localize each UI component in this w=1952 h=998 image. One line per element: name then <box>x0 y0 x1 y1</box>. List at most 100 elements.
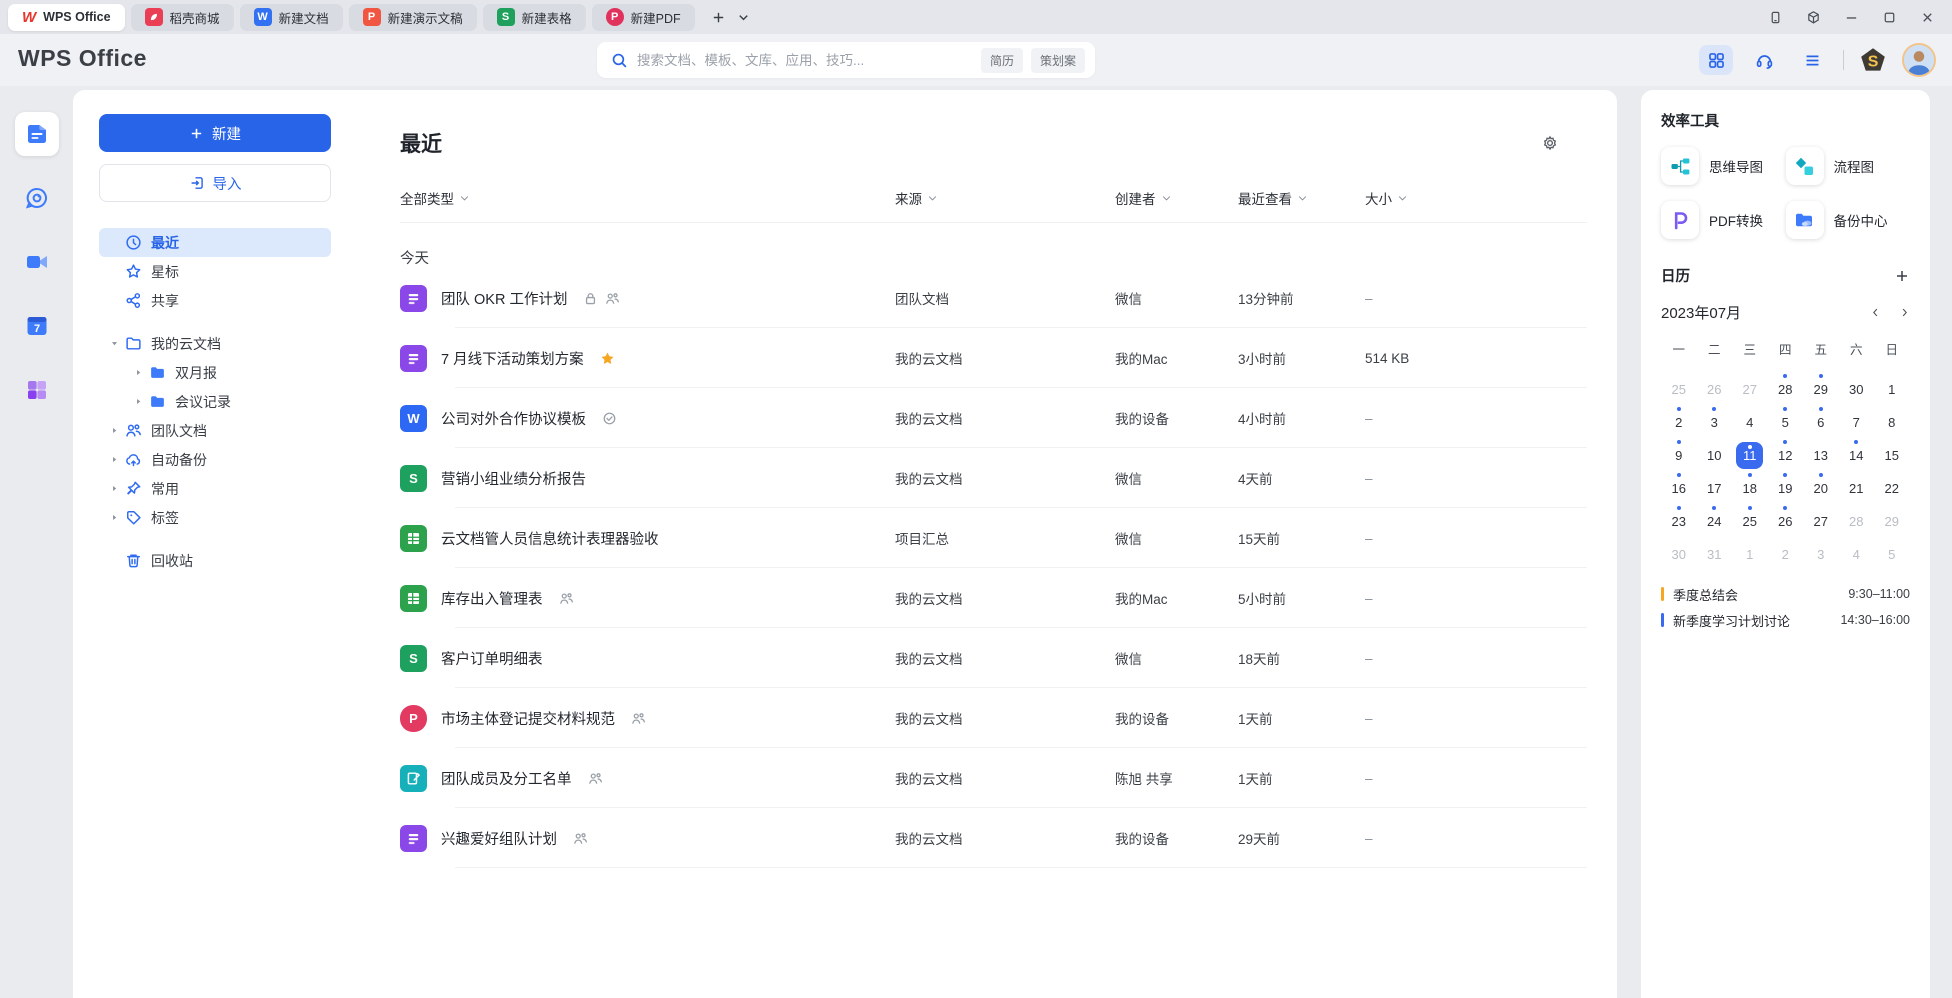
event-新季度学习计划讨论[interactable]: 新季度学习计划讨论14:30–16:00 <box>1661 607 1910 633</box>
apps-grid-icon[interactable] <box>1699 45 1733 75</box>
expand-right-icon[interactable] <box>129 368 147 377</box>
file-name[interactable]: 客户订单明细表 <box>441 648 543 669</box>
calendar-day-13[interactable]: 13 <box>1803 439 1839 472</box>
calendar-day-20[interactable]: 20 <box>1803 472 1839 505</box>
search-tag-plan[interactable]: 策划案 <box>1031 48 1085 73</box>
calendar-day-12[interactable]: 12 <box>1768 439 1804 472</box>
calendar-day-1[interactable]: 1 <box>1874 373 1910 406</box>
tab-稻壳商城[interactable]: 稻壳商城 <box>131 4 234 31</box>
expand-right-icon[interactable] <box>129 397 147 406</box>
file-name[interactable]: 7 月线下活动策划方案 <box>441 348 584 369</box>
file-row[interactable]: 7 月线下活动策划方案我的云文档我的Mac3小时前514 KB <box>400 328 1587 388</box>
file-name[interactable]: 团队成员及分工名单 <box>441 768 572 789</box>
tab-新建文档[interactable]: W新建文档 <box>240 4 343 31</box>
calendar-day-5[interactable]: 5 <box>1768 406 1804 439</box>
maximize-button[interactable] <box>1874 4 1904 30</box>
headset-support-icon[interactable] <box>1747 45 1781 75</box>
search-input[interactable] <box>637 53 973 68</box>
main-menu-icon[interactable] <box>1795 45 1829 75</box>
calendar-day-10[interactable]: 10 <box>1697 439 1733 472</box>
file-name[interactable]: 公司对外合作协议模板 <box>441 408 586 429</box>
file-row[interactable]: S营销小组业绩分析报告我的云文档微信4天前– <box>400 448 1587 508</box>
calendar-day-27[interactable]: 27 <box>1732 373 1768 406</box>
sidebar-item-星标[interactable]: 星标 <box>99 257 331 286</box>
calendar-day-11[interactable]: 11 <box>1732 439 1768 472</box>
calendar-day-17[interactable]: 17 <box>1697 472 1733 505</box>
tool-备份中心[interactable]: 备份中心 <box>1786 201 1911 239</box>
tool-PDF转换[interactable]: PDF转换 <box>1661 201 1786 239</box>
filter-来源[interactable]: 来源 <box>895 188 1115 208</box>
expand-down-icon[interactable] <box>105 339 123 348</box>
calendar-day-9[interactable]: 9 <box>1661 439 1697 472</box>
tab-list-dropdown[interactable] <box>735 9 753 25</box>
file-row[interactable]: 库存出入管理表我的云文档我的Mac5小时前– <box>400 568 1587 628</box>
file-name[interactable]: 库存出入管理表 <box>441 588 543 609</box>
expand-right-icon[interactable] <box>105 455 123 464</box>
calendar-day-18[interactable]: 18 <box>1732 472 1768 505</box>
calendar-day-2[interactable]: 2 <box>1661 406 1697 439</box>
file-row[interactable]: 兴趣爱好组队计划我的云文档我的设备29天前– <box>400 808 1587 868</box>
new-document-button[interactable]: 新建 <box>99 114 331 152</box>
calendar-day-7[interactable]: 7 <box>1839 406 1875 439</box>
calendar-day-28[interactable]: 28 <box>1768 373 1804 406</box>
calendar-day-28[interactable]: 28 <box>1839 505 1875 538</box>
calendar-day-30[interactable]: 30 <box>1661 538 1697 571</box>
expand-right-icon[interactable] <box>105 426 123 435</box>
tab-新建演示文稿[interactable]: P新建演示文稿 <box>349 4 477 31</box>
calendar-day-27[interactable]: 27 <box>1803 505 1839 538</box>
rail-item-docs[interactable] <box>15 112 59 156</box>
calendar-day-6[interactable]: 6 <box>1803 406 1839 439</box>
file-row[interactable]: 团队成员及分工名单我的云文档陈旭 共享1天前– <box>400 748 1587 808</box>
calendar-day-19[interactable]: 19 <box>1768 472 1804 505</box>
calendar-day-8[interactable]: 8 <box>1874 406 1910 439</box>
sidebar-item-回收站[interactable]: 回收站 <box>99 546 331 575</box>
file-name[interactable]: 兴趣爱好组队计划 <box>441 828 557 849</box>
calendar-day-25[interactable]: 25 <box>1732 505 1768 538</box>
filter-创建者[interactable]: 创建者 <box>1115 188 1238 208</box>
calendar-day-25[interactable]: 25 <box>1661 373 1697 406</box>
calendar-day-15[interactable]: 15 <box>1874 439 1910 472</box>
filter-全部类型[interactable]: 全部类型 <box>400 188 895 208</box>
global-search[interactable]: 简历 策划案 <box>597 42 1095 78</box>
calendar-prev-icon[interactable] <box>1870 307 1881 318</box>
calendar-day-24[interactable]: 24 <box>1697 505 1733 538</box>
calendar-day-21[interactable]: 21 <box>1839 472 1875 505</box>
file-name[interactable]: 市场主体登记提交材料规范 <box>441 708 615 729</box>
calendar-day-1[interactable]: 1 <box>1732 538 1768 571</box>
expand-right-icon[interactable] <box>105 513 123 522</box>
calendar-day-4[interactable]: 4 <box>1732 406 1768 439</box>
sidebar-item-会议记录[interactable]: 会议记录 <box>99 387 331 416</box>
file-name[interactable]: 云文档管人员信息统计表理器验收 <box>441 528 659 549</box>
calendar-next-icon[interactable] <box>1899 307 1910 318</box>
calendar-day-16[interactable]: 16 <box>1661 472 1697 505</box>
calendar-day-22[interactable]: 22 <box>1874 472 1910 505</box>
file-row[interactable]: W公司对外合作协议模板我的云文档我的设备4小时前– <box>400 388 1587 448</box>
file-row[interactable]: 团队 OKR 工作计划团队文档微信13分钟前– <box>400 268 1587 328</box>
rail-item-meeting[interactable] <box>15 240 59 284</box>
file-row[interactable]: 云文档管人员信息统计表理器验收项目汇总微信15天前– <box>400 508 1587 568</box>
file-row[interactable]: S客户订单明细表我的云文档微信18天前– <box>400 628 1587 688</box>
file-name[interactable]: 团队 OKR 工作计划 <box>441 288 567 309</box>
sidebar-item-自动备份[interactable]: 自动备份 <box>99 445 331 474</box>
calendar-day-14[interactable]: 14 <box>1839 439 1875 472</box>
calendar-day-2[interactable]: 2 <box>1768 538 1804 571</box>
calendar-day-23[interactable]: 23 <box>1661 505 1697 538</box>
sidebar-item-常用[interactable]: 常用 <box>99 474 331 503</box>
file-row[interactable]: P市场主体登记提交材料规范我的云文档我的设备1天前– <box>400 688 1587 748</box>
calendar-day-31[interactable]: 31 <box>1697 538 1733 571</box>
rail-item-calendar[interactable]: 7 <box>15 304 59 348</box>
rail-item-chat[interactable] <box>15 176 59 220</box>
calendar-day-30[interactable]: 30 <box>1839 373 1875 406</box>
mobile-link-icon[interactable] <box>1760 4 1790 30</box>
file-name[interactable]: 营销小组业绩分析报告 <box>441 468 586 489</box>
sidebar-item-最近[interactable]: 最近 <box>99 228 331 257</box>
tool-流程图[interactable]: 流程图 <box>1786 147 1911 185</box>
search-tag-resume[interactable]: 简历 <box>981 48 1023 73</box>
minimize-button[interactable] <box>1836 4 1866 30</box>
calendar-day-26[interactable]: 26 <box>1768 505 1804 538</box>
sidebar-item-共享[interactable]: 共享 <box>99 286 331 315</box>
expand-right-icon[interactable] <box>105 484 123 493</box>
svip-membership-badge[interactable]: S <box>1858 46 1888 74</box>
sidebar-item-我的云文档[interactable]: 我的云文档 <box>99 329 331 358</box>
rail-item-apps[interactable] <box>15 368 59 412</box>
